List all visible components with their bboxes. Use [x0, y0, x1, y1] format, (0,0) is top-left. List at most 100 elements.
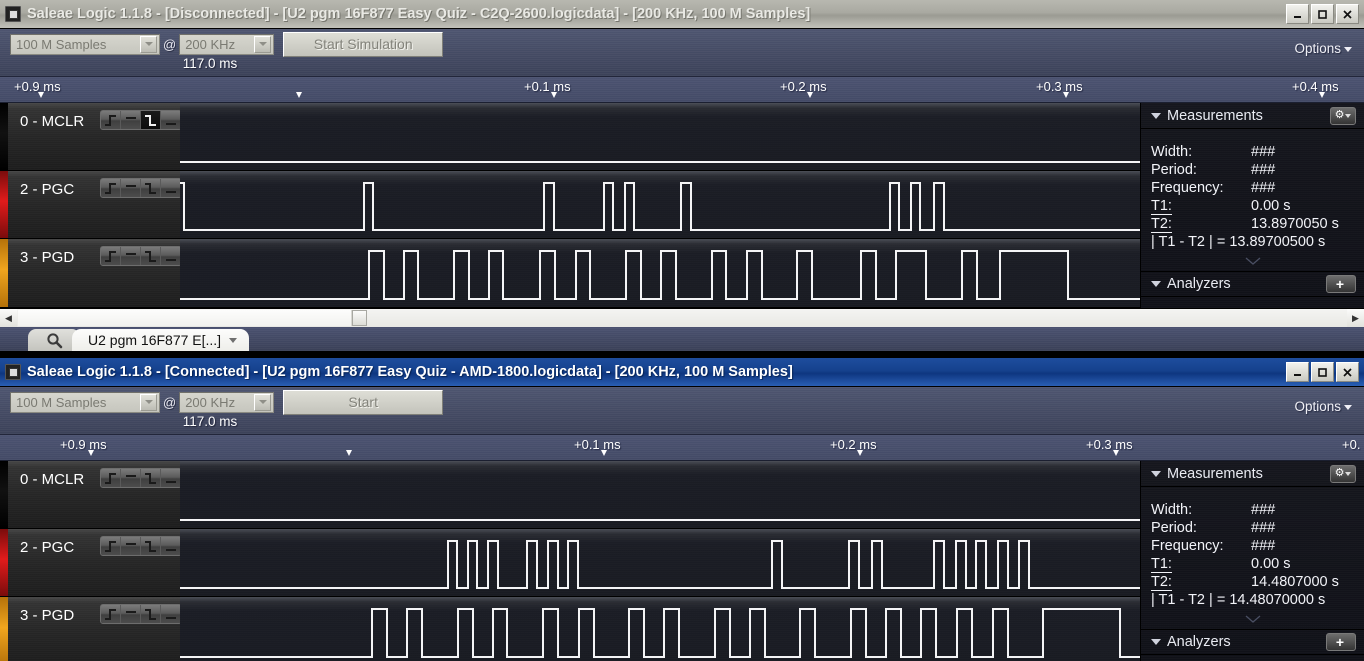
timeline-cursor-marker[interactable] — [296, 92, 302, 98]
low-level-icon[interactable] — [161, 179, 181, 197]
window-controls — [1286, 4, 1362, 24]
rising-edge-icon[interactable] — [101, 179, 121, 197]
titlebar-window-1[interactable]: Saleae Logic 1.1.8 - [Disconnected] - [U… — [0, 0, 1364, 29]
analyzers-panel-header[interactable]: Analyzers + — [1141, 271, 1364, 297]
sample-count-dropdown[interactable]: 100 M Samples — [10, 34, 160, 55]
plus-icon[interactable]: + — [1326, 275, 1356, 293]
rising-edge-icon[interactable] — [101, 537, 121, 555]
scroll-left-arrow-icon[interactable]: ◀ — [0, 309, 17, 327]
high-level-icon[interactable] — [121, 247, 141, 265]
trigger-button-group — [100, 604, 182, 624]
high-level-icon[interactable] — [121, 605, 141, 623]
measurements-panel-header[interactable]: Measurements ⚙ — [1141, 461, 1364, 487]
channel-header[interactable]: 0 - MCLR — [0, 103, 180, 171]
chevron-down-icon[interactable] — [140, 394, 157, 411]
falling-edge-icon[interactable] — [141, 537, 161, 555]
falling-edge-icon[interactable] — [141, 605, 161, 623]
timeline-tick-label: +0.1 ms — [574, 437, 621, 452]
chevron-down-icon[interactable] — [254, 36, 271, 53]
sample-rate-dropdown[interactable]: 200 KHz — [179, 392, 274, 413]
analyzers-panel-header[interactable]: Analyzers + — [1141, 629, 1364, 655]
low-level-icon[interactable] — [161, 605, 181, 623]
chevron-down-icon — [1344, 47, 1352, 52]
scrollbar-thumb[interactable] — [352, 310, 367, 326]
high-level-icon[interactable] — [121, 469, 141, 487]
high-level-icon[interactable] — [121, 537, 141, 555]
scrollbar-track[interactable] — [18, 310, 352, 326]
chevron-down-icon[interactable] — [140, 36, 157, 53]
falling-edge-icon[interactable] — [141, 111, 161, 129]
measurement-row: Period:### — [1151, 519, 1364, 537]
close-icon[interactable] — [1336, 362, 1359, 382]
options-menu[interactable]: Options — [1294, 399, 1352, 414]
measurement-label: Period: — [1151, 519, 1251, 537]
rising-edge-icon[interactable] — [101, 111, 121, 129]
measurement-row: Period:### — [1151, 161, 1364, 179]
channel-header[interactable]: 3 - PGD — [0, 239, 180, 308]
toolbar-window-1: 100 M Samples @ 200 KHz Start Simulation… — [0, 29, 1364, 77]
timeline-tick-label: +0.4 ms — [1292, 79, 1339, 94]
analyzers-title: Analyzers — [1167, 634, 1326, 650]
maximize-icon[interactable] — [1311, 362, 1334, 382]
measurement-value: ### — [1251, 179, 1275, 197]
measurement-label: Width: — [1151, 501, 1251, 519]
falling-edge-icon[interactable] — [141, 469, 161, 487]
channel-color-bar — [0, 461, 8, 528]
chevron-down-icon — [1245, 257, 1261, 266]
low-level-icon[interactable] — [161, 111, 181, 129]
measurement-row: Frequency:### — [1151, 179, 1364, 197]
measurements-title: Measurements — [1167, 108, 1330, 124]
trigger-button-group — [100, 536, 182, 556]
sample-count-dropdown[interactable]: 100 M Samples — [10, 392, 160, 413]
low-level-icon[interactable] — [161, 247, 181, 265]
start-button[interactable]: Start — [283, 390, 443, 415]
gear-icon[interactable]: ⚙ — [1330, 107, 1356, 125]
chevron-down-icon[interactable] — [229, 338, 237, 343]
measurements-title: Measurements — [1167, 466, 1330, 482]
titlebar-window-2[interactable]: Saleae Logic 1.1.8 - [Connected] - [U2 p… — [0, 358, 1364, 387]
chevron-down-icon[interactable] — [254, 394, 271, 411]
low-level-icon[interactable] — [161, 469, 181, 487]
panel-resize-handle[interactable] — [1141, 615, 1364, 629]
collapse-triangle-icon[interactable] — [1151, 113, 1161, 119]
channel-header[interactable]: 2 - PGC — [0, 171, 180, 239]
channel-header[interactable]: 2 - PGC — [0, 529, 180, 597]
at-separator: @ — [163, 395, 176, 410]
options-menu[interactable]: Options — [1294, 41, 1352, 56]
channel-header[interactable]: 3 - PGD — [0, 597, 180, 661]
collapse-triangle-icon[interactable] — [1151, 281, 1161, 287]
panel-resize-handle[interactable] — [1141, 257, 1364, 271]
measurements-panel-header[interactable]: Measurements ⚙ — [1141, 103, 1364, 129]
plus-icon[interactable]: + — [1326, 633, 1356, 651]
timeline-ruler-window-2[interactable]: +0.9 ms+0.1 ms+0.2 ms+0.3 ms+0. — [0, 435, 1364, 461]
falling-edge-icon[interactable] — [141, 179, 161, 197]
channel-header[interactable]: 0 - MCLR — [0, 461, 180, 529]
measurement-row: Width:### — [1151, 143, 1364, 161]
maximize-icon[interactable] — [1311, 4, 1334, 24]
high-level-icon[interactable] — [121, 179, 141, 197]
measurement-value: ### — [1251, 143, 1275, 161]
scroll-right-arrow-icon[interactable]: ▶ — [1347, 309, 1364, 327]
falling-edge-icon[interactable] — [141, 247, 161, 265]
timeline-ruler-window-1[interactable]: +0.9 ms+0.1 ms+0.2 ms+0.3 ms+0.4 ms — [0, 77, 1364, 103]
minimize-icon[interactable] — [1286, 4, 1309, 24]
channel-label: 2 - PGC — [8, 171, 74, 198]
timeline-tick-mark — [857, 450, 863, 456]
collapse-triangle-icon[interactable] — [1151, 471, 1161, 477]
rising-edge-icon[interactable] — [101, 605, 121, 623]
low-level-icon[interactable] — [161, 537, 181, 555]
gear-icon[interactable]: ⚙ — [1330, 465, 1356, 483]
sample-rate-dropdown[interactable]: 200 KHz — [179, 34, 274, 55]
timeline-tick-label: +0.3 ms — [1036, 79, 1083, 94]
collapse-triangle-icon[interactable] — [1151, 639, 1161, 645]
close-icon[interactable] — [1336, 4, 1359, 24]
horizontal-scrollbar-window-1[interactable]: ◀ ▶ — [0, 308, 1364, 327]
rising-edge-icon[interactable] — [101, 247, 121, 265]
capture-tab[interactable]: U2 pgm 16F877 E[...] — [72, 329, 249, 351]
timeline-cursor-marker[interactable] — [346, 450, 352, 456]
high-level-icon[interactable] — [121, 111, 141, 129]
app-logo-icon — [5, 364, 21, 380]
minimize-icon[interactable] — [1286, 362, 1309, 382]
rising-edge-icon[interactable] — [101, 469, 121, 487]
start-simulation-button[interactable]: Start Simulation — [283, 32, 443, 57]
